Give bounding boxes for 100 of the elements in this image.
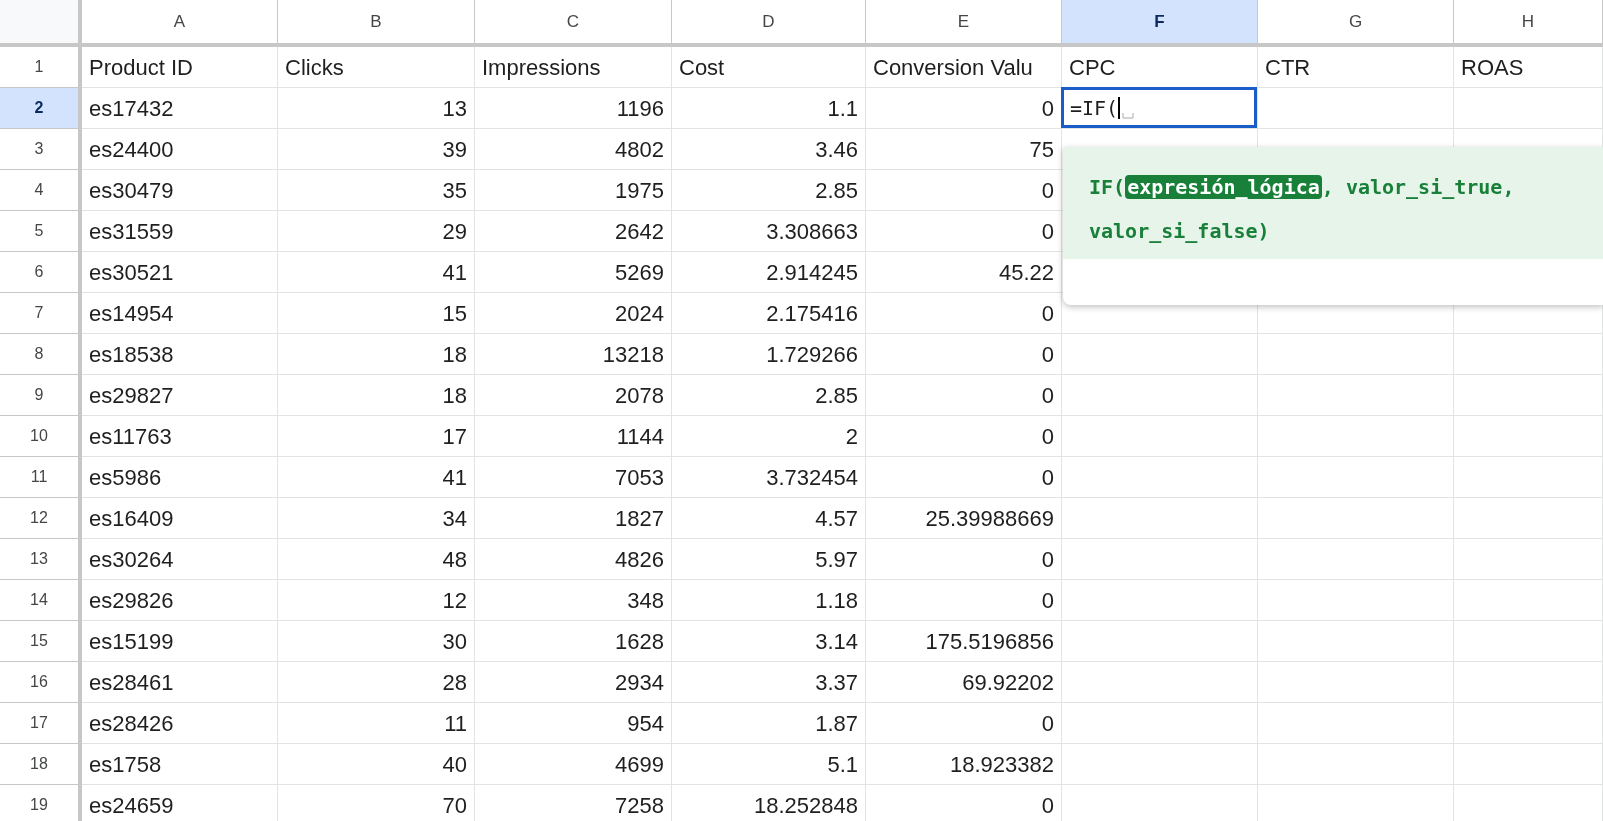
table-cell: 18 (278, 375, 475, 416)
table-cell: Cost (672, 47, 866, 88)
row-header[interactable]: 16 (0, 662, 82, 703)
table-cell: ROAS (1454, 47, 1603, 88)
table-cell: 2642 (475, 211, 672, 252)
cell-formula: =IF( (1070, 94, 1119, 122)
table-cell: 25.39988669 (866, 498, 1062, 539)
table-cell: 75 (866, 129, 1062, 170)
table-cell: es28426 (82, 703, 278, 744)
column-header[interactable]: A (82, 0, 278, 47)
table-cell: 348 (475, 580, 672, 621)
table-cell: Impressions (475, 47, 672, 88)
table-cell: 2024 (475, 293, 672, 334)
table-cell: 1.1 (672, 88, 866, 129)
table-cell: 2934 (475, 662, 672, 703)
table-cell: es24659 (82, 785, 278, 821)
table-cell: 70 (278, 785, 475, 821)
table-cell: 41 (278, 457, 475, 498)
row-header[interactable]: 14 (0, 580, 82, 621)
table-cell: es11763 (82, 416, 278, 457)
table-cell: Clicks (278, 47, 475, 88)
table-cell: 17 (278, 416, 475, 457)
column-header[interactable]: G (1258, 0, 1454, 47)
row-header[interactable]: 5 (0, 211, 82, 252)
row-header[interactable]: 6 (0, 252, 82, 293)
table-cell: 175.5196856 (866, 621, 1062, 662)
table-cell: 0 (866, 785, 1062, 821)
table-cell: 40 (278, 744, 475, 785)
table-cell: 5.97 (672, 539, 866, 580)
table-cell: 11 (278, 703, 475, 744)
table-cell: 28 (278, 662, 475, 703)
table-cell: 4.57 (672, 498, 866, 539)
table-cell: es30479 (82, 170, 278, 211)
table-cell: 4699 (475, 744, 672, 785)
row-header[interactable]: 2 (0, 88, 82, 129)
row-header[interactable]: 3 (0, 129, 82, 170)
table-cell: Conversion Valu (866, 47, 1062, 88)
table-cell: 41 (278, 252, 475, 293)
row-header[interactable]: 17 (0, 703, 82, 744)
row-header[interactable]: 4 (0, 170, 82, 211)
table-cell: 13218 (475, 334, 672, 375)
row-header[interactable]: 18 (0, 744, 82, 785)
row-header[interactable]: 12 (0, 498, 82, 539)
column-header[interactable]: C (475, 0, 672, 47)
table-cell: 1.18 (672, 580, 866, 621)
table-cell: 45.22 (866, 252, 1062, 293)
table-cell: 2078 (475, 375, 672, 416)
table-cell: 35 (278, 170, 475, 211)
table-cell: es29826 (82, 580, 278, 621)
table-cell: 13 (278, 88, 475, 129)
table-cell: 3.308663 (672, 211, 866, 252)
row-header[interactable]: 13 (0, 539, 82, 580)
space-marker-icon (1122, 112, 1135, 119)
table-cell: 12 (278, 580, 475, 621)
formula-hint: IF(expresión_lógica, valor_si_true, valor_si_false) (1089, 174, 1516, 245)
row-header[interactable]: 11 (0, 457, 82, 498)
table-cell: 2.85 (672, 375, 866, 416)
column-header[interactable]: H (1454, 0, 1603, 47)
table-cell: 2 (672, 416, 866, 457)
select-all-corner[interactable] (0, 0, 82, 47)
row-header[interactable]: 8 (0, 334, 82, 375)
table-cell: es28461 (82, 662, 278, 703)
table-cell: 0 (866, 416, 1062, 457)
active-cell-editor[interactable]: =IF( (1061, 87, 1257, 128)
table-cell: 7053 (475, 457, 672, 498)
table-cell: 0 (866, 293, 1062, 334)
table-cell: es1758 (82, 744, 278, 785)
table-cell: 5269 (475, 252, 672, 293)
column-header[interactable]: F (1062, 0, 1258, 47)
table-cell: es14954 (82, 293, 278, 334)
table-cell: 30 (278, 621, 475, 662)
table-cell: 0 (866, 375, 1062, 416)
row-header[interactable]: 7 (0, 293, 82, 334)
table-cell: 3.14 (672, 621, 866, 662)
column-header[interactable]: B (278, 0, 475, 47)
table-cell: 1628 (475, 621, 672, 662)
table-cell: CTR (1258, 47, 1454, 88)
table-cell: 5.1 (672, 744, 866, 785)
table-cell: 0 (866, 703, 1062, 744)
table-cell: es5986 (82, 457, 278, 498)
table-cell: 0 (866, 170, 1062, 211)
row-header[interactable]: 1 (0, 47, 82, 88)
table-cell: 18.923382 (866, 744, 1062, 785)
table-cell: 3.46 (672, 129, 866, 170)
table-cell: 7258 (475, 785, 672, 821)
table-cell: es31559 (82, 211, 278, 252)
table-cell: 1.729266 (672, 334, 866, 375)
row-header[interactable]: 10 (0, 416, 82, 457)
table-cell: es18538 (82, 334, 278, 375)
row-header[interactable]: 15 (0, 621, 82, 662)
row-header[interactable]: 9 (0, 375, 82, 416)
column-header[interactable]: E (866, 0, 1062, 47)
column-header[interactable]: D (672, 0, 866, 47)
table-cell: 2.85 (672, 170, 866, 211)
table-cell: 1975 (475, 170, 672, 211)
table-cell: 34 (278, 498, 475, 539)
table-cell: 15 (278, 293, 475, 334)
text-cursor-icon (1118, 96, 1121, 119)
table-cell: es15199 (82, 621, 278, 662)
table-cell: 4802 (475, 129, 672, 170)
